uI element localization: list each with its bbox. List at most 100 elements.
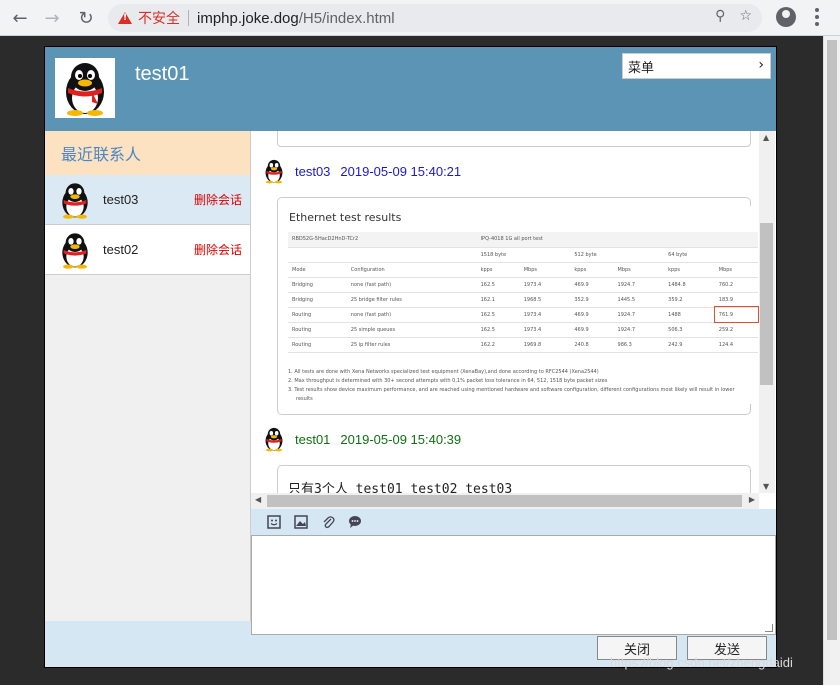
profile-icon[interactable]: [776, 7, 796, 27]
table-cell: Bridging: [288, 277, 347, 293]
table-cell: 760.2: [714, 277, 758, 293]
forward-arrow-icon[interactable]: →: [40, 6, 64, 30]
penguin-icon: [62, 182, 88, 219]
avatar: [55, 230, 95, 270]
message-time: 2019-05-09 15:40:39: [340, 431, 462, 447]
table-cell: Configuration: [346, 262, 477, 278]
scrollbar-thumb[interactable]: [827, 40, 837, 640]
avatar: [55, 180, 95, 220]
note-line: 1. All tests are done with Xena Networks…: [288, 369, 599, 375]
chevron-right-icon: ›: [758, 57, 764, 73]
avatar: [261, 157, 287, 185]
reload-icon[interactable]: ↻: [74, 6, 98, 30]
penguin-icon: [265, 427, 283, 452]
table-cell: 162.1: [476, 292, 520, 308]
resize-handle[interactable]: [765, 624, 773, 632]
scroll-down-icon[interactable]: ▼: [763, 482, 769, 491]
penguin-icon: [66, 63, 104, 116]
table-row: Routing 25 ip filter rules 162.2 1969.8 240.…: [288, 337, 758, 353]
table-cell: Mbps: [613, 262, 665, 278]
table-cell: 1924.7: [613, 277, 665, 293]
emoji-icon[interactable]: [267, 515, 281, 529]
table-cell: 183.9: [714, 292, 758, 308]
table-row: Routing none (fast path) 162.5 1973.4 469.9 1…: [288, 306, 760, 323]
table-cell: 1488: [664, 307, 715, 323]
avatar: [261, 425, 287, 453]
table-cell: 25 bridge filter rules: [346, 292, 477, 308]
table-cell: 506.3: [664, 322, 715, 338]
delete-conversation-link[interactable]: 删除会话: [194, 191, 242, 208]
table-cell: 1445.5: [613, 292, 665, 308]
table-cell: Routing: [288, 307, 347, 323]
scroll-left-icon[interactable]: ◀: [255, 495, 261, 504]
note-line: 2. Max throughput is determined with 30+…: [288, 378, 608, 384]
address-bar[interactable]: 不安全 imphp.joke.dog/H5/index.html ⚲ ☆: [108, 4, 762, 32]
table-cell: 25 ip filter rules: [346, 337, 477, 353]
scrollbar-thumb[interactable]: [760, 223, 773, 385]
menu-dropdown[interactable]: 菜单 ›: [622, 53, 771, 79]
scroll-right-icon[interactable]: ▶: [749, 495, 755, 504]
table-cell: kpps: [570, 262, 614, 278]
table-cell: 986.3: [613, 337, 665, 353]
delete-conversation-link[interactable]: 删除会话: [194, 241, 242, 258]
table-cell: kpps: [664, 262, 715, 278]
message-header: test03 2019-05-09 15:40:21: [261, 157, 461, 185]
url-path: /H5/index.html: [298, 9, 395, 27]
table-row: Bridging none (fast path) 162.5 1973.4 469.9…: [288, 277, 758, 293]
message-input[interactable]: [251, 535, 776, 635]
table-cell: 512 byte: [570, 247, 665, 263]
message-scrollbar-horizontal[interactable]: ◀ ▶: [251, 493, 759, 509]
menu-dots-icon[interactable]: [815, 8, 819, 26]
message-header: test01 2019-05-09 15:40:39: [261, 425, 461, 453]
contact-name: test03: [103, 192, 139, 207]
message-scrollbar-vertical[interactable]: ▲ ▼: [759, 131, 775, 493]
table-cell: 1924.7: [613, 322, 665, 338]
image-message-bubble: Ethernet test results RBD52G-5HacD2HnD-T…: [277, 197, 760, 415]
table-cell: Routing: [288, 337, 347, 353]
table-cell: 240.8: [570, 337, 614, 353]
page-scrollbar[interactable]: [823, 36, 840, 685]
table-cell: 124.4: [714, 337, 758, 353]
menu-label: 菜单: [628, 60, 655, 76]
table-cell: Mbps: [714, 262, 758, 278]
table-cell: 162.2: [476, 337, 520, 353]
table-cell: RBD52G-5HacD2HnD-TCr2: [288, 232, 477, 248]
table-cell: Mode: [288, 262, 347, 278]
back-arrow-icon[interactable]: ←: [8, 6, 32, 30]
message-image[interactable]: Ethernet test results RBD52G-5HacD2HnD-T…: [288, 206, 760, 404]
contact-name: test02: [103, 242, 139, 257]
penguin-icon: [265, 159, 283, 184]
table-cell: kpps: [476, 262, 520, 278]
table-cell: [288, 247, 477, 263]
key-icon[interactable]: ⚲: [715, 8, 725, 24]
scroll-up-icon[interactable]: ▲: [763, 133, 769, 142]
table-row: Bridging 25 bridge filter rules 162.1 1968.…: [288, 292, 758, 308]
url-host: imphp.joke.dog: [197, 9, 299, 27]
chat-header: test01 菜单 ›: [45, 47, 776, 131]
image-icon[interactable]: [294, 515, 308, 529]
star-icon[interactable]: ☆: [739, 8, 752, 24]
scrollbar-thumb[interactable]: [267, 495, 742, 507]
table-cell: 469.9: [570, 322, 614, 338]
image-title: Ethernet test results: [289, 211, 402, 224]
url-text: imphp.joke.dog/H5/index.html: [197, 10, 395, 27]
contact-item-test03[interactable]: test03 删除会话: [45, 175, 250, 225]
table-cell: 242.9: [664, 337, 715, 353]
highlighted-cell: 761.9: [713, 306, 760, 323]
penguin-icon: [62, 232, 88, 269]
message-sender: test03: [295, 163, 331, 179]
table-cell: 25 simple queues: [346, 322, 477, 338]
table-cell: 469.9: [570, 277, 614, 293]
image-notes: 1. All tests are done with Xena Networks…: [288, 368, 735, 404]
table-cell: 162.5: [476, 322, 520, 338]
note-line: 3. Test results show device maximum perf…: [288, 387, 735, 393]
table-cell: 162.5: [476, 277, 520, 293]
contact-item-test02[interactable]: test02 删除会话: [45, 225, 250, 275]
message-list: test03 2019-05-09 15:40:21 Ethernet test…: [251, 131, 776, 509]
table-cell: Mbps: [519, 262, 571, 278]
attachment-icon[interactable]: [321, 515, 335, 529]
table-cell: none (fast path): [346, 307, 477, 323]
header-user-name: test01: [135, 63, 190, 85]
table-cell: 1973.4: [519, 277, 571, 293]
chat-bubble-icon[interactable]: [348, 515, 362, 529]
